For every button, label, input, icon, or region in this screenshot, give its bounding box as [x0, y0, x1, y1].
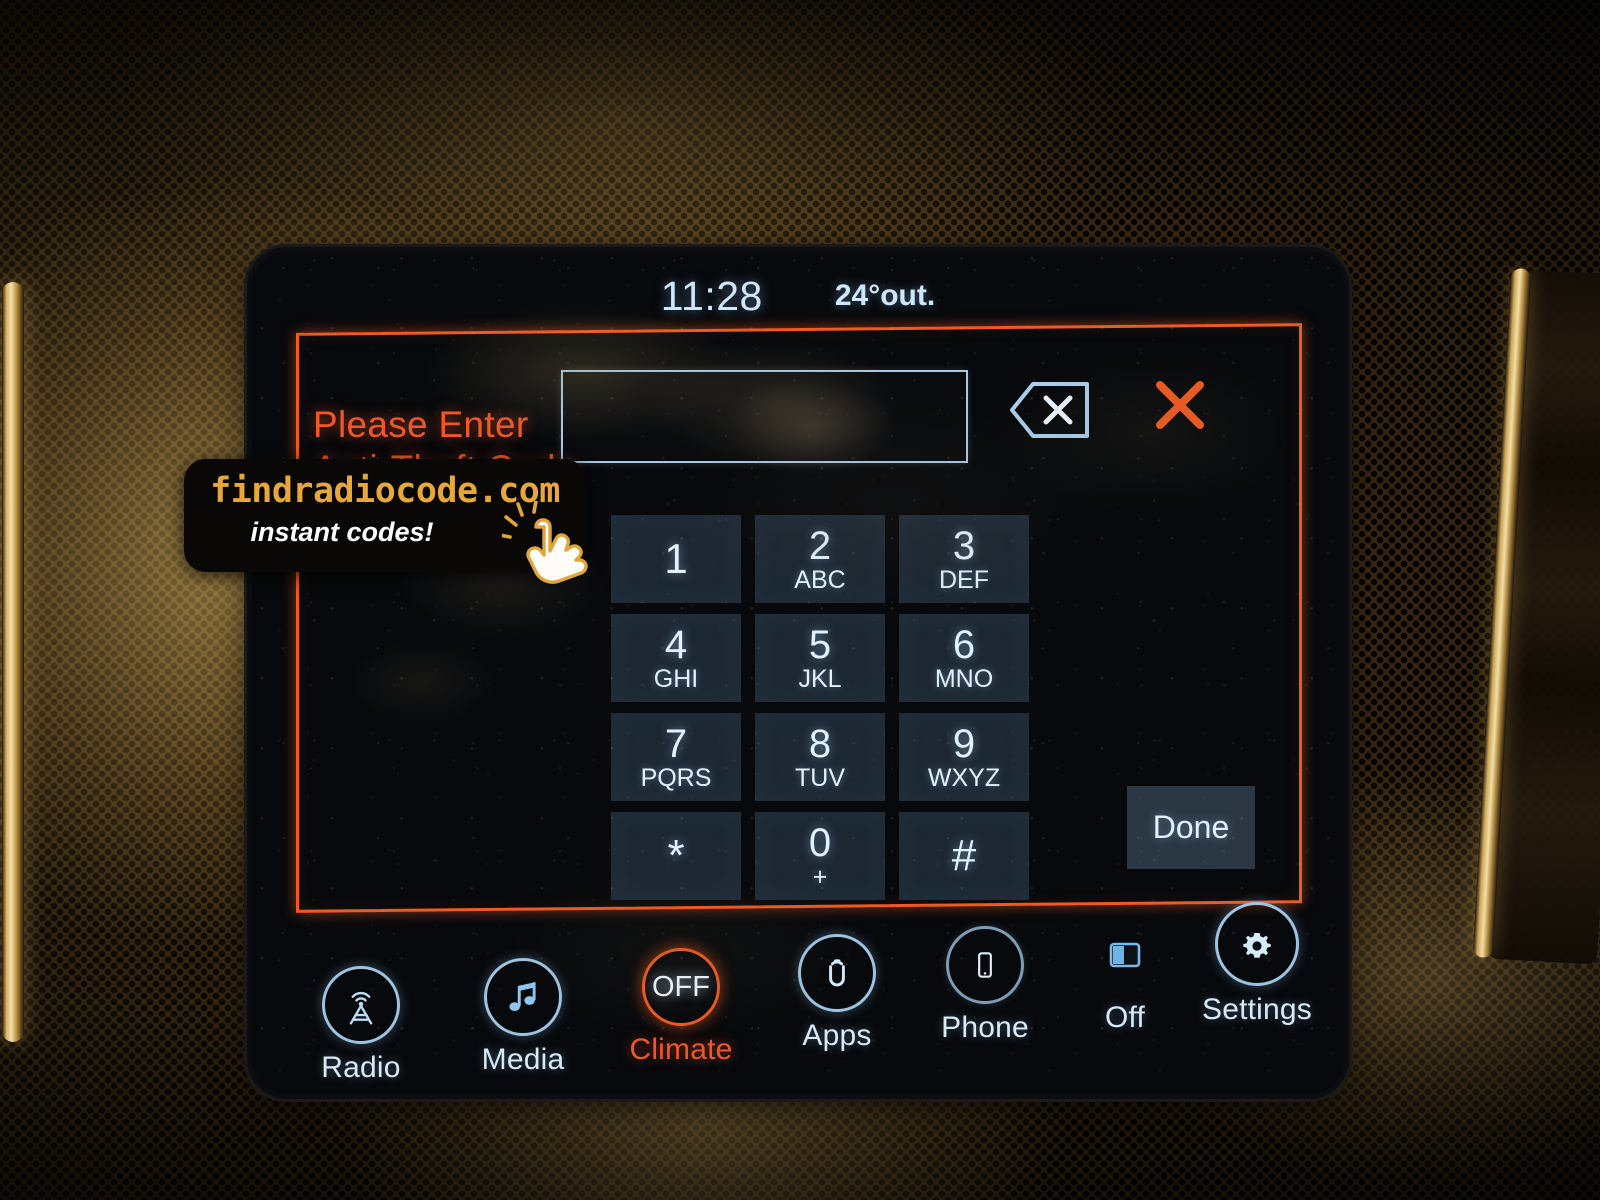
keypad-key-digit: 5 — [808, 622, 832, 667]
climate-off-icon: OFF — [642, 948, 720, 1026]
backspace-icon[interactable] — [1009, 381, 1091, 439]
keypad-key-digit: 2 — [808, 523, 832, 568]
phone-icon — [946, 926, 1024, 1004]
nav-label-media: Media — [481, 1043, 565, 1076]
nav-item-phone[interactable]: Phone — [910, 926, 1060, 1045]
keypad-key-3[interactable]: 3 DEF — [899, 515, 1029, 603]
nav-label-off: Off — [1104, 1001, 1146, 1034]
gear-icon — [1215, 902, 1299, 986]
infotainment-screen: 11:28 24°out. Please Enter Anti-Theft Co… — [252, 252, 1344, 1094]
nav-item-climate[interactable]: OFF Climate — [606, 948, 756, 1067]
keypad-key-hash[interactable]: # — [899, 812, 1029, 900]
keypad-key-2[interactable]: 2 ABC — [755, 515, 885, 603]
nav-item-media[interactable]: Media — [448, 958, 598, 1077]
music-note-icon — [484, 958, 562, 1036]
keypad-key-letters: WXYZ — [927, 763, 1001, 792]
screen-off-icon — [1086, 916, 1164, 994]
keypad-key-7[interactable]: 7 PQRS — [611, 713, 741, 801]
keypad-key-letters: JKL — [798, 664, 842, 693]
keypad-key-letters: ABC — [794, 565, 846, 594]
uconnect-apps-icon — [798, 934, 876, 1012]
nav-label-apps: Apps — [802, 1019, 872, 1052]
radio-tower-icon — [322, 966, 400, 1044]
tapping-hand-icon — [498, 499, 602, 593]
clock-display: 11:28 — [660, 272, 763, 319]
keypad-key-star[interactable]: * — [611, 812, 741, 900]
keypad-key-letters: + — [812, 862, 828, 891]
nav-item-apps[interactable]: Apps — [762, 934, 912, 1053]
keypad-key-digit: 9 — [952, 721, 976, 766]
keypad-key-letters: MNO — [934, 664, 994, 693]
keypad-key-digit: 8 — [808, 721, 832, 766]
nav-item-off[interactable]: Off — [1050, 916, 1200, 1035]
done-button[interactable]: Done — [1127, 786, 1255, 869]
keypad-key-letters: DEF — [939, 565, 989, 594]
keypad-key-4[interactable]: 4 GHI — [611, 614, 741, 702]
prompt-line-1: Please Enter — [313, 404, 529, 445]
keypad-key-digit: 0 — [808, 820, 832, 865]
watermark-banner: findradiocode.com instant codes! — [184, 459, 588, 584]
numeric-keypad[interactable]: 1 2 ABC 3 DEF 4 GHI 5 JKL 6 MNO 7 PQRS 8 TUV 9 WXYZ * 0 + # — [611, 515, 1043, 900]
bottom-navigation-bar: Radio Media OFF Climate Apps Phone Off S… — [252, 894, 1344, 1094]
nav-item-settings[interactable]: Settings — [1182, 902, 1332, 1027]
keypad-key-letters: TUV — [795, 763, 845, 792]
keypad-key-0[interactable]: 0 + — [755, 812, 885, 900]
nav-label-climate: Climate — [629, 1033, 733, 1066]
keypad-key-digit: 6 — [952, 622, 976, 667]
nav-label-radio: Radio — [321, 1051, 401, 1084]
keypad-key-9[interactable]: 9 WXYZ — [899, 713, 1029, 801]
chrome-trim-left — [2, 282, 24, 1042]
climate-state-label: OFF — [652, 970, 710, 1003]
keypad-key-digit: 1 — [664, 535, 688, 582]
close-icon[interactable] — [1154, 379, 1206, 431]
dashboard-background: 11:28 24°out. Please Enter Anti-Theft Co… — [0, 0, 1600, 1200]
keypad-key-digit: 4 — [664, 622, 688, 667]
nav-label-settings: Settings — [1202, 993, 1312, 1026]
keypad-key-5[interactable]: 5 JKL — [755, 614, 885, 702]
code-input-field[interactable] — [561, 370, 968, 463]
keypad-key-digit: 3 — [952, 523, 976, 568]
keypad-key-8[interactable]: 8 TUV — [755, 713, 885, 801]
nav-label-phone: Phone — [941, 1011, 1029, 1044]
keypad-key-digit: # — [951, 831, 977, 880]
keypad-key-6[interactable]: 6 MNO — [899, 614, 1029, 702]
status-bar: 11:28 24°out. — [252, 268, 1344, 324]
outside-temperature: 24°out. — [834, 279, 936, 312]
nav-item-radio[interactable]: Radio — [286, 966, 436, 1085]
keypad-key-letters: PQRS — [640, 763, 712, 792]
keypad-key-digit: * — [667, 831, 685, 880]
keypad-key-1[interactable]: 1 — [611, 515, 741, 603]
keypad-key-digit: 7 — [664, 721, 688, 766]
keypad-key-letters: GHI — [653, 664, 699, 693]
anti-theft-panel: Please Enter Anti-Theft Code 12ABC3DEF4G… — [296, 323, 1302, 913]
